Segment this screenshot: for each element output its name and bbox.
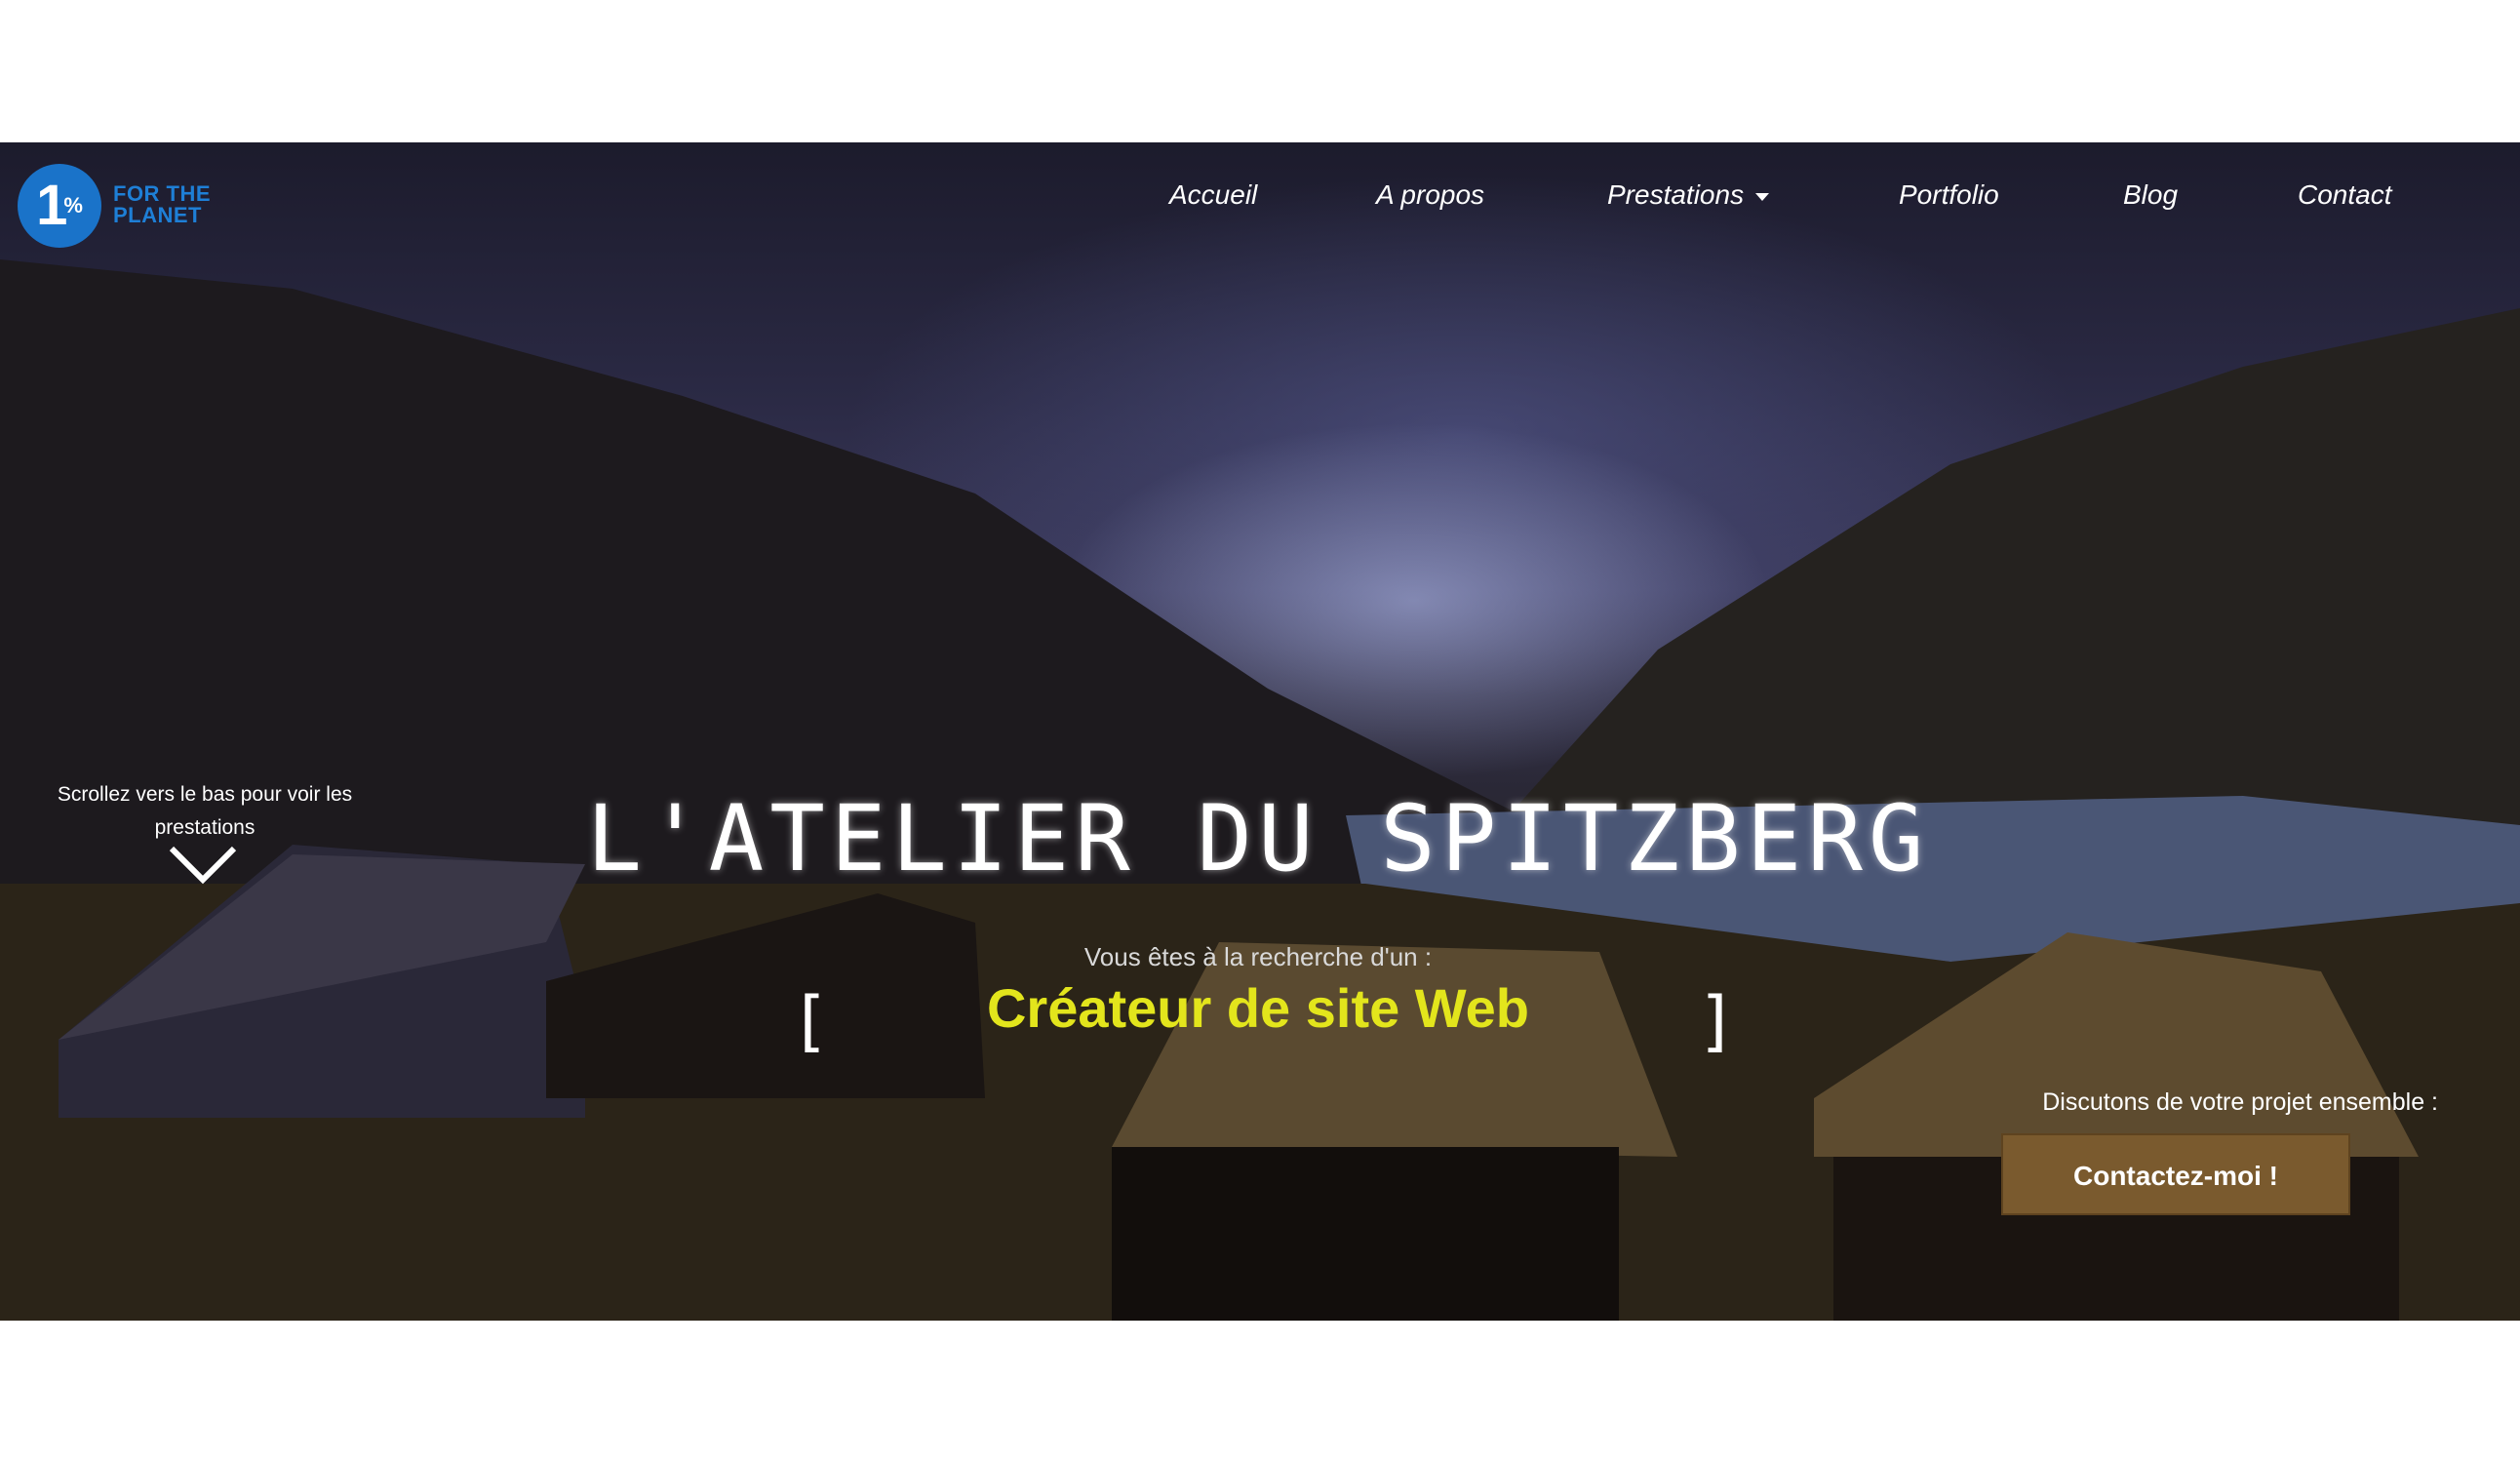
logo-badge-percent: % — [63, 193, 83, 217]
site-title: L'ATELIER DU SPITZBERG — [586, 786, 1930, 892]
contact-me-button[interactable]: Contactez-moi ! — [2001, 1133, 2350, 1215]
nav-item-accueil[interactable]: Accueil — [1169, 179, 1257, 211]
hero-subtitle: Vous êtes à la recherche d'un : — [1083, 942, 1433, 971]
caret-down-icon — [1755, 192, 1770, 201]
chevron-down-icon[interactable] — [168, 843, 238, 888]
one-percent-planet-logo[interactable]: 1% FOR THE PLANET — [18, 164, 242, 248]
bracket-close: ] — [1697, 983, 1737, 1060]
scroll-hint-text: Scrollez vers le bas pour voir les prest… — [57, 783, 353, 839]
logo-line2: PLANET — [113, 203, 202, 227]
hero-section: 1% FOR THE PLANET Accueil A propos Prest… — [0, 142, 2520, 1321]
nav-item-portfolio[interactable]: Portfolio — [1899, 179, 1999, 211]
typed-service-text: Créateur de site Web — [986, 977, 1530, 1039]
nav-item-contact[interactable]: Contact — [2298, 179, 2392, 211]
logo-badge: 1% — [18, 164, 101, 248]
nav-item-prestations[interactable]: Prestations — [1607, 179, 1770, 211]
bracket-open: [ — [790, 983, 830, 1060]
top-navbar: 1% FOR THE PLANET Accueil A propos Prest… — [0, 142, 2520, 250]
nav-item-prestations-label: Prestations — [1607, 179, 1745, 210]
logo-line1: FOR THE — [113, 181, 212, 206]
logo-text: FOR THE PLANET — [113, 183, 211, 226]
main-nav: Accueil A propos Prestations Portfolio B… — [1135, 179, 2520, 228]
nav-item-blog[interactable]: Blog — [2123, 179, 2178, 211]
nav-item-a-propos[interactable]: A propos — [1376, 179, 1484, 211]
discuss-project-text: Discutons de votre projet ensemble : — [2042, 1088, 2438, 1116]
